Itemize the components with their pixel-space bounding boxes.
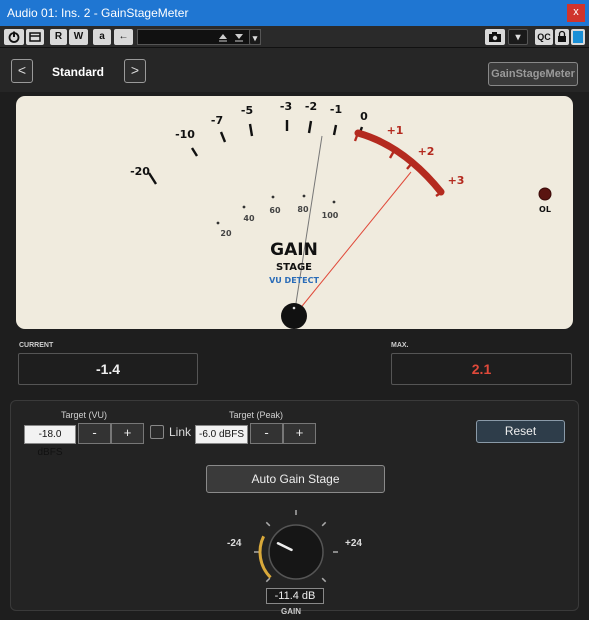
window-title: Audio 01: Ins. 2 - GainStageMeter (7, 6, 189, 20)
ab-compare-button[interactable]: a (93, 29, 111, 45)
vu-tick-mark (219, 131, 227, 143)
peak-tick-dot (302, 194, 306, 198)
meter-subtitle: STAGE (276, 262, 312, 273)
vu-meter: -20 -10 -7 -5 -3 -2 -1 0 +1 +2 +3 20 40 60 80 100 GAIN … (16, 96, 573, 329)
target-vu-label: Target (VU) (61, 410, 108, 420)
control-panel: Target (VU) -18.0 dBFS - + Link Target (… (10, 400, 579, 616)
target-peak-label: Target (Peak) (229, 410, 284, 420)
vu-needle (293, 135, 323, 317)
window-color-icon[interactable] (571, 29, 585, 45)
vu-scale-label: +1 (387, 124, 404, 137)
gain-knob[interactable] (246, 508, 346, 590)
vu-scale-label: +2 (418, 145, 435, 158)
vu-tick-mark (190, 147, 199, 157)
knob-scale-tick (321, 521, 327, 527)
knob-min-label: -24 (227, 538, 242, 549)
plugin-toolbar: R W a ← ▾ ▾ QC (0, 26, 589, 48)
auto-gain-stage-button[interactable]: Auto Gain Stage (206, 465, 385, 493)
gain-value-field[interactable]: -11.4 dB (266, 588, 324, 604)
peak-tick-dot (271, 195, 275, 199)
link-label: Link (169, 425, 192, 439)
knob-max-label: +24 (345, 538, 362, 549)
max-label: MAX. (391, 342, 409, 349)
peak-scale-label: 40 (243, 214, 255, 223)
overload-arc (354, 129, 445, 196)
target-peak-plus-button[interactable]: + (283, 423, 316, 444)
knob-scale-tick (265, 577, 271, 583)
vu-scale-label: 0 (360, 110, 368, 123)
preset-name: Standard (52, 65, 105, 79)
vu-tick-mark (147, 172, 158, 185)
vu-scale-label: -10 (175, 128, 195, 141)
peak-scale-label: 80 (297, 205, 309, 214)
max-value[interactable]: 2.1 (391, 353, 572, 385)
meter-title: GAIN (270, 240, 318, 260)
target-peak-field[interactable]: -6.0 dBFS (195, 425, 248, 444)
prev-preset-button[interactable]: < (11, 59, 33, 83)
read-automation-button[interactable]: R (50, 29, 67, 45)
red-tick-mark (388, 150, 396, 159)
vu-tick-mark (248, 123, 254, 137)
vu-scale-label: -2 (305, 100, 317, 113)
quick-controls-button[interactable]: QC (535, 29, 553, 45)
reset-button[interactable]: Reset (476, 420, 565, 443)
peak-scale-label: 100 (322, 211, 339, 220)
ol-label: OL (539, 205, 551, 214)
knob-scale-tick (321, 577, 327, 583)
gain-label: GAIN (281, 607, 301, 616)
peak-tick-dot (216, 221, 220, 225)
camera-icon[interactable] (485, 29, 505, 45)
vu-scale-label: -5 (241, 104, 253, 117)
close-button[interactable]: x (567, 4, 585, 22)
current-value: -1.4 (18, 353, 198, 385)
knob-scale-tick (265, 521, 271, 527)
preset-up-down-icons (219, 34, 243, 42)
vu-tick-mark (332, 124, 338, 136)
ol-indicator (538, 187, 552, 201)
peak-scale-label: 60 (269, 206, 281, 215)
peak-scale-label: 20 (220, 229, 232, 238)
title-bar: Audio 01: Ins. 2 - GainStageMeter x (0, 0, 589, 26)
vu-scale-label: -1 (330, 103, 342, 116)
power-icon[interactable] (4, 29, 24, 45)
copy-settings-button[interactable]: ← (114, 29, 133, 45)
vu-scale-label: -7 (211, 114, 223, 127)
plugin-body: < Standard > GainStageMeter -20 -10 -7 -5 -3… (0, 48, 589, 620)
bypass-icon[interactable] (26, 29, 44, 45)
lock-icon[interactable] (555, 29, 569, 45)
knob-body (268, 524, 324, 580)
link-checkbox[interactable] (150, 425, 164, 439)
meter-mode: VU DETECT (269, 276, 319, 285)
target-peak-minus-button[interactable]: - (250, 423, 283, 444)
next-preset-button[interactable]: > (124, 59, 146, 83)
vu-tick-mark (307, 120, 313, 134)
target-vu-plus-button[interactable]: + (111, 423, 144, 444)
brand-logo: GainStageMeter (488, 62, 578, 86)
vu-scale-label: -20 (130, 165, 150, 178)
preset-header: < Standard > GainStageMeter (0, 48, 589, 92)
target-vu-field[interactable]: -18.0 dBFS (24, 425, 76, 458)
vu-scale-label: -3 (280, 100, 292, 113)
write-automation-button[interactable]: W (69, 29, 88, 45)
vu-scale-label: +3 (448, 174, 465, 187)
preset-dropdown-button[interactable]: ▾ (249, 29, 261, 45)
target-vu-minus-button[interactable]: - (78, 423, 111, 444)
options-dropdown-button[interactable]: ▾ (508, 29, 528, 45)
peak-tick-dot (242, 205, 246, 209)
current-label: CURRENT (19, 342, 54, 349)
peak-tick-dot (332, 200, 336, 204)
preset-field[interactable] (137, 29, 261, 45)
